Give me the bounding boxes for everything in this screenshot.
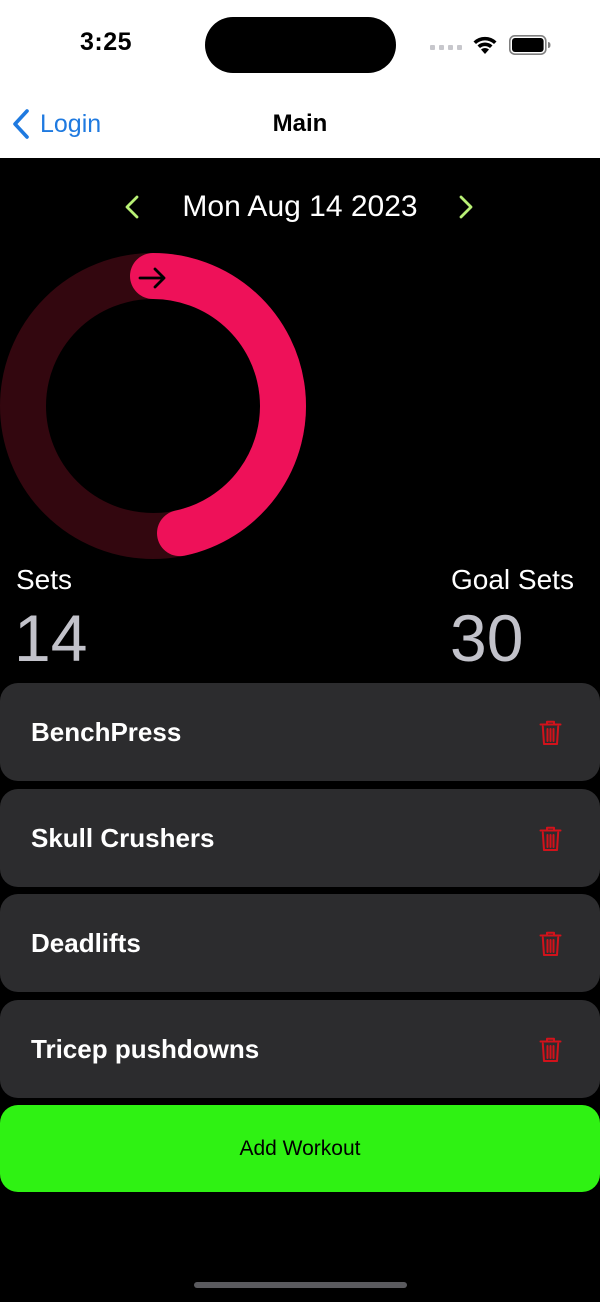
dynamic-island [205, 17, 396, 73]
add-workout-button[interactable]: Add Workout [0, 1105, 600, 1192]
workout-item[interactable]: Skull Crushers [0, 788, 600, 887]
workout-item[interactable]: Tricep pushdowns [0, 999, 600, 1098]
sets-label: Sets [16, 564, 73, 595]
trash-icon[interactable] [539, 720, 562, 746]
workout-item[interactable]: Deadlifts [0, 894, 600, 992]
workout-name: BenchPress [31, 717, 182, 747]
workout-name: Deadlifts [31, 928, 141, 958]
goal-sets-value: 30 [450, 601, 524, 675]
signal-icon [430, 43, 462, 51]
progress-ring-arc [130, 253, 306, 557]
home-indicator [194, 1282, 407, 1288]
trash-icon[interactable] [539, 1037, 562, 1063]
date-navigator: Mon Aug 14 2023 [0, 185, 600, 229]
status-bar: 3:25 [0, 0, 600, 90]
workout-item[interactable]: BenchPress [0, 683, 600, 781]
sets-value: 14 [14, 601, 88, 675]
navigation-bar: Login Main [0, 90, 600, 158]
current-date: Mon Aug 14 2023 [182, 190, 418, 223]
workout-name: Tricep pushdowns [31, 1033, 260, 1064]
status-time: 3:25 [80, 28, 133, 56]
goal-sets-label: Goal Sets [451, 564, 574, 595]
wifi-icon [473, 36, 497, 54]
next-day-button[interactable] [456, 193, 476, 221]
trash-icon[interactable] [539, 826, 562, 852]
page-title: Main [272, 110, 328, 137]
workout-name: Skull Crushers [31, 822, 215, 853]
battery-icon [509, 35, 551, 55]
trash-icon[interactable] [539, 931, 562, 957]
progress-ring [0, 253, 306, 559]
workout-list: BenchPress Skull Crushers Deadlifts Tric… [0, 683, 600, 1105]
